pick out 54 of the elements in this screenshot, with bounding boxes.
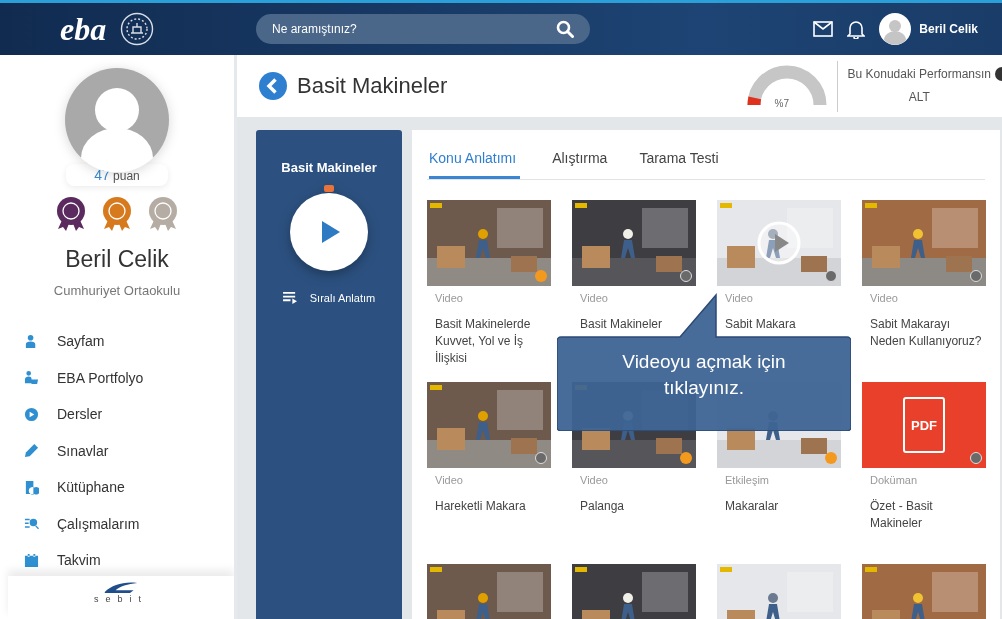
content-type: Video <box>870 292 899 304</box>
book-play-icon <box>24 479 39 495</box>
avatar-icon[interactable] <box>879 13 912 45</box>
content-type: Video <box>580 474 609 486</box>
user-name[interactable]: Beril Celik <box>919 22 978 36</box>
document-thumbnail[interactable]: PDF <box>862 382 986 468</box>
content-title[interactable]: Sabit Makara <box>725 316 837 333</box>
content-type: Video <box>725 292 754 304</box>
play-icon <box>24 406 39 422</box>
nav-item[interactable]: Dersler <box>24 403 234 425</box>
content-title[interactable]: Sabit Makarayı Neden Kullanıyoruz? <box>870 316 982 350</box>
nav-item[interactable]: Takvim <box>24 549 234 571</box>
content-type: Video <box>580 292 609 304</box>
nav-item[interactable]: Kütüphane <box>24 476 234 498</box>
nav-item[interactable]: Çalışmalarım <box>24 512 234 535</box>
page-title: Basit Makineler <box>297 73 448 99</box>
content-title[interactable]: Hareketli Makara <box>435 498 547 515</box>
performance-label: Bu Konudaki Performansın <box>847 66 991 81</box>
tab[interactable]: Tarama Testi <box>639 150 719 179</box>
nav-item[interactable]: Sınavlar <box>24 439 234 462</box>
tab[interactable]: Konu Anlatımı <box>429 150 521 179</box>
profile-name: Beril Celik <box>65 246 169 273</box>
footer-logo: sebit <box>94 576 148 619</box>
tab[interactable]: Alıştırma <box>552 150 608 179</box>
content-title[interactable]: Makaralar <box>725 498 837 515</box>
person-laptop-icon <box>24 370 39 385</box>
content-type: Video <box>435 292 464 304</box>
nav-item[interactable]: Sayfam <box>24 330 234 352</box>
content-title[interactable]: Özet - Basit Makineler <box>870 498 982 532</box>
nav-item[interactable]: EBA Portfolyo <box>24 366 234 389</box>
content-title[interactable]: Basit Makinelerde Kuvvet, Yol ve İş İlişkisi <box>435 316 547 367</box>
calendar-icon <box>24 552 39 568</box>
search-icon[interactable] <box>556 20 574 38</box>
search-field[interactable]: Ne aramıştınız? <box>256 14 590 44</box>
topic-title: Basit Makineler <box>281 160 377 175</box>
performance-grade: ALT <box>908 89 930 104</box>
playlist-icon <box>282 291 298 304</box>
school-name: Cumhuriyet Ortaokulu <box>53 283 181 298</box>
mail-icon[interactable] <box>813 21 834 37</box>
search-list-icon <box>24 516 39 531</box>
play-icon[interactable] <box>757 221 801 265</box>
content-type: Etkileşim <box>725 474 770 486</box>
bell-icon[interactable] <box>847 19 866 39</box>
content-title[interactable]: Basit Makineler <box>580 316 692 333</box>
content-type: Video <box>435 474 464 486</box>
site-logo[interactable]: eba <box>60 13 107 45</box>
performance-percent: %7 <box>774 98 790 109</box>
content-title[interactable]: Palanga <box>580 498 692 515</box>
content-type: Doküman <box>870 474 919 486</box>
playlist-button[interactable]: Sıralı Anlatım <box>282 291 376 304</box>
emblem-icon <box>120 12 155 46</box>
pencil-icon <box>24 443 39 458</box>
pdf-icon: PDF <box>903 397 945 453</box>
back-icon[interactable] <box>259 72 287 100</box>
